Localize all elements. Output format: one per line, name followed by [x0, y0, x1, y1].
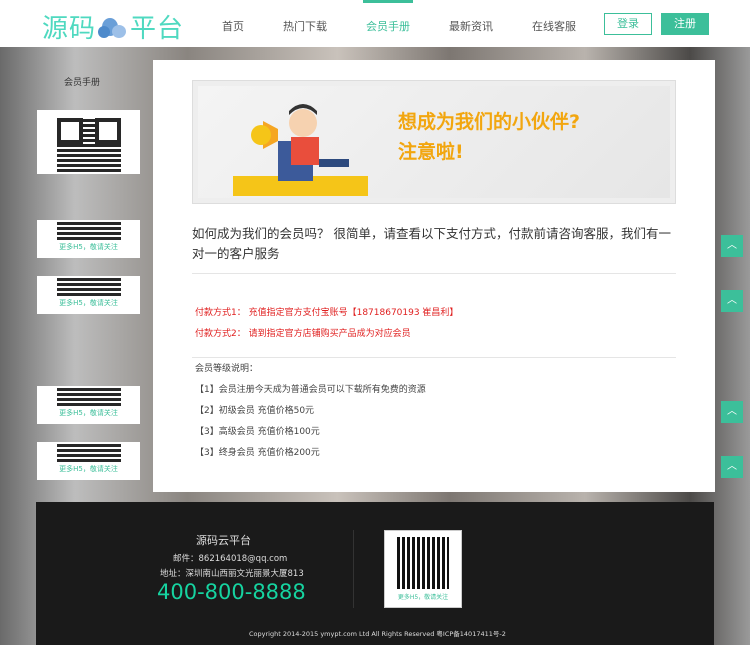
qr-code-icon: [56, 386, 121, 406]
nav-home[interactable]: 首页: [222, 18, 244, 34]
footer: 源码云平台 邮件：862164018@qq.com 地址：深圳南山西丽文光丽景大…: [36, 502, 714, 645]
banner: 想成为我们的小伙伴? 注意啦!: [192, 80, 676, 204]
copyright: Copyright 2014-2015 ymypt.com Ltd All Ri…: [249, 630, 506, 638]
qr-caption: 更多H5，敬请关注: [59, 243, 118, 251]
sidebar-title: 会员手册: [64, 78, 101, 88]
header: 源码 平台 首页 热门下载 会员手册 最新资讯 在线客服 登录 注册: [0, 0, 750, 47]
footer-address: 地址：深圳南山西丽文光丽景大厦813: [160, 569, 304, 579]
scroll-up-button[interactable]: ︿: [721, 401, 743, 423]
scroll-up-button[interactable]: ︿: [721, 290, 743, 312]
footer-company: 源码云平台: [196, 534, 251, 547]
cloud-icon: [98, 16, 128, 38]
divider: [192, 273, 676, 274]
megaphone-man-illustration: [233, 104, 368, 196]
qr-code-icon: [56, 276, 121, 296]
sidebar-qr-card: 更多H5，敬请关注: [37, 386, 140, 424]
qr-code-icon: [56, 118, 121, 174]
main-content: 想成为我们的小伙伴? 注意啦! 如何成为我们的会员吗？ 很简单，请查看以下支付方…: [153, 60, 715, 492]
level-item: 【1】会员注册今天成为普通会员可以下载所有免费的资源: [195, 385, 426, 395]
qr-caption: 更多H5，敬请关注: [397, 594, 449, 601]
main-nav: 首页 热门下载 会员手册 最新资讯 在线客服: [222, 0, 615, 34]
nav-support[interactable]: 在线客服: [532, 18, 576, 34]
payment-method-2: 付款方式2： 请到指定官方店铺购买产品成为对应会员: [195, 329, 411, 339]
logo-text-right: 平台: [130, 14, 185, 44]
level-item: 【2】初级会员 充值价格50元: [195, 406, 315, 416]
nav-member-manual[interactable]: 会员手册: [363, 0, 413, 34]
nav-downloads[interactable]: 热门下载: [283, 18, 327, 34]
level-item: 【3】终身会员 充值价格200元: [195, 448, 320, 458]
scroll-up-button[interactable]: ︿: [721, 235, 743, 257]
nav-news[interactable]: 最新资讯: [449, 18, 493, 34]
qr-caption: 更多H5，敬请关注: [59, 409, 118, 417]
footer-qr-card: 更多H5，敬请关注: [384, 530, 462, 608]
qr-code-icon: [56, 442, 121, 462]
logo[interactable]: 源码 平台: [42, 8, 184, 45]
divider: [353, 530, 354, 608]
sidebar-qr-card: 更多H5，敬请关注: [37, 110, 140, 174]
footer-email: 邮件：862164018@qq.com: [173, 554, 288, 564]
qr-caption: 更多H5，敬请关注: [59, 299, 118, 307]
banner-subline: 注意啦!: [398, 141, 464, 163]
level-item: 【3】高级会员 充值价格100元: [195, 427, 320, 437]
divider: [192, 357, 676, 358]
register-button[interactable]: 注册: [661, 13, 709, 35]
qr-code-icon: [397, 537, 449, 589]
intro-text: 如何成为我们的会员吗？ 很简单，请查看以下支付方式，付款前请咨询客服，我们有一对…: [192, 226, 671, 261]
logo-text-left: 源码: [42, 14, 97, 44]
sidebar-qr-card: 更多H5，敬请关注: [37, 276, 140, 314]
levels-title: 会员等级说明：: [195, 364, 259, 374]
sidebar-qr-card: 更多H5，敬请关注: [37, 220, 140, 258]
scroll-up-button[interactable]: ︿: [721, 456, 743, 478]
sidebar-qr-card: 更多H5，敬请关注: [37, 442, 140, 480]
banner-headline: 想成为我们的小伙伴?: [398, 111, 581, 133]
login-button[interactable]: 登录: [604, 13, 652, 35]
qr-caption: 更多H5，敬请关注: [59, 465, 118, 473]
footer-phone: 400-800-8888: [157, 580, 306, 604]
qr-code-icon: [56, 220, 121, 240]
payment-method-1: 付款方式1： 充值指定官方支付宝账号【18718670193 崔昌利】: [195, 308, 459, 318]
